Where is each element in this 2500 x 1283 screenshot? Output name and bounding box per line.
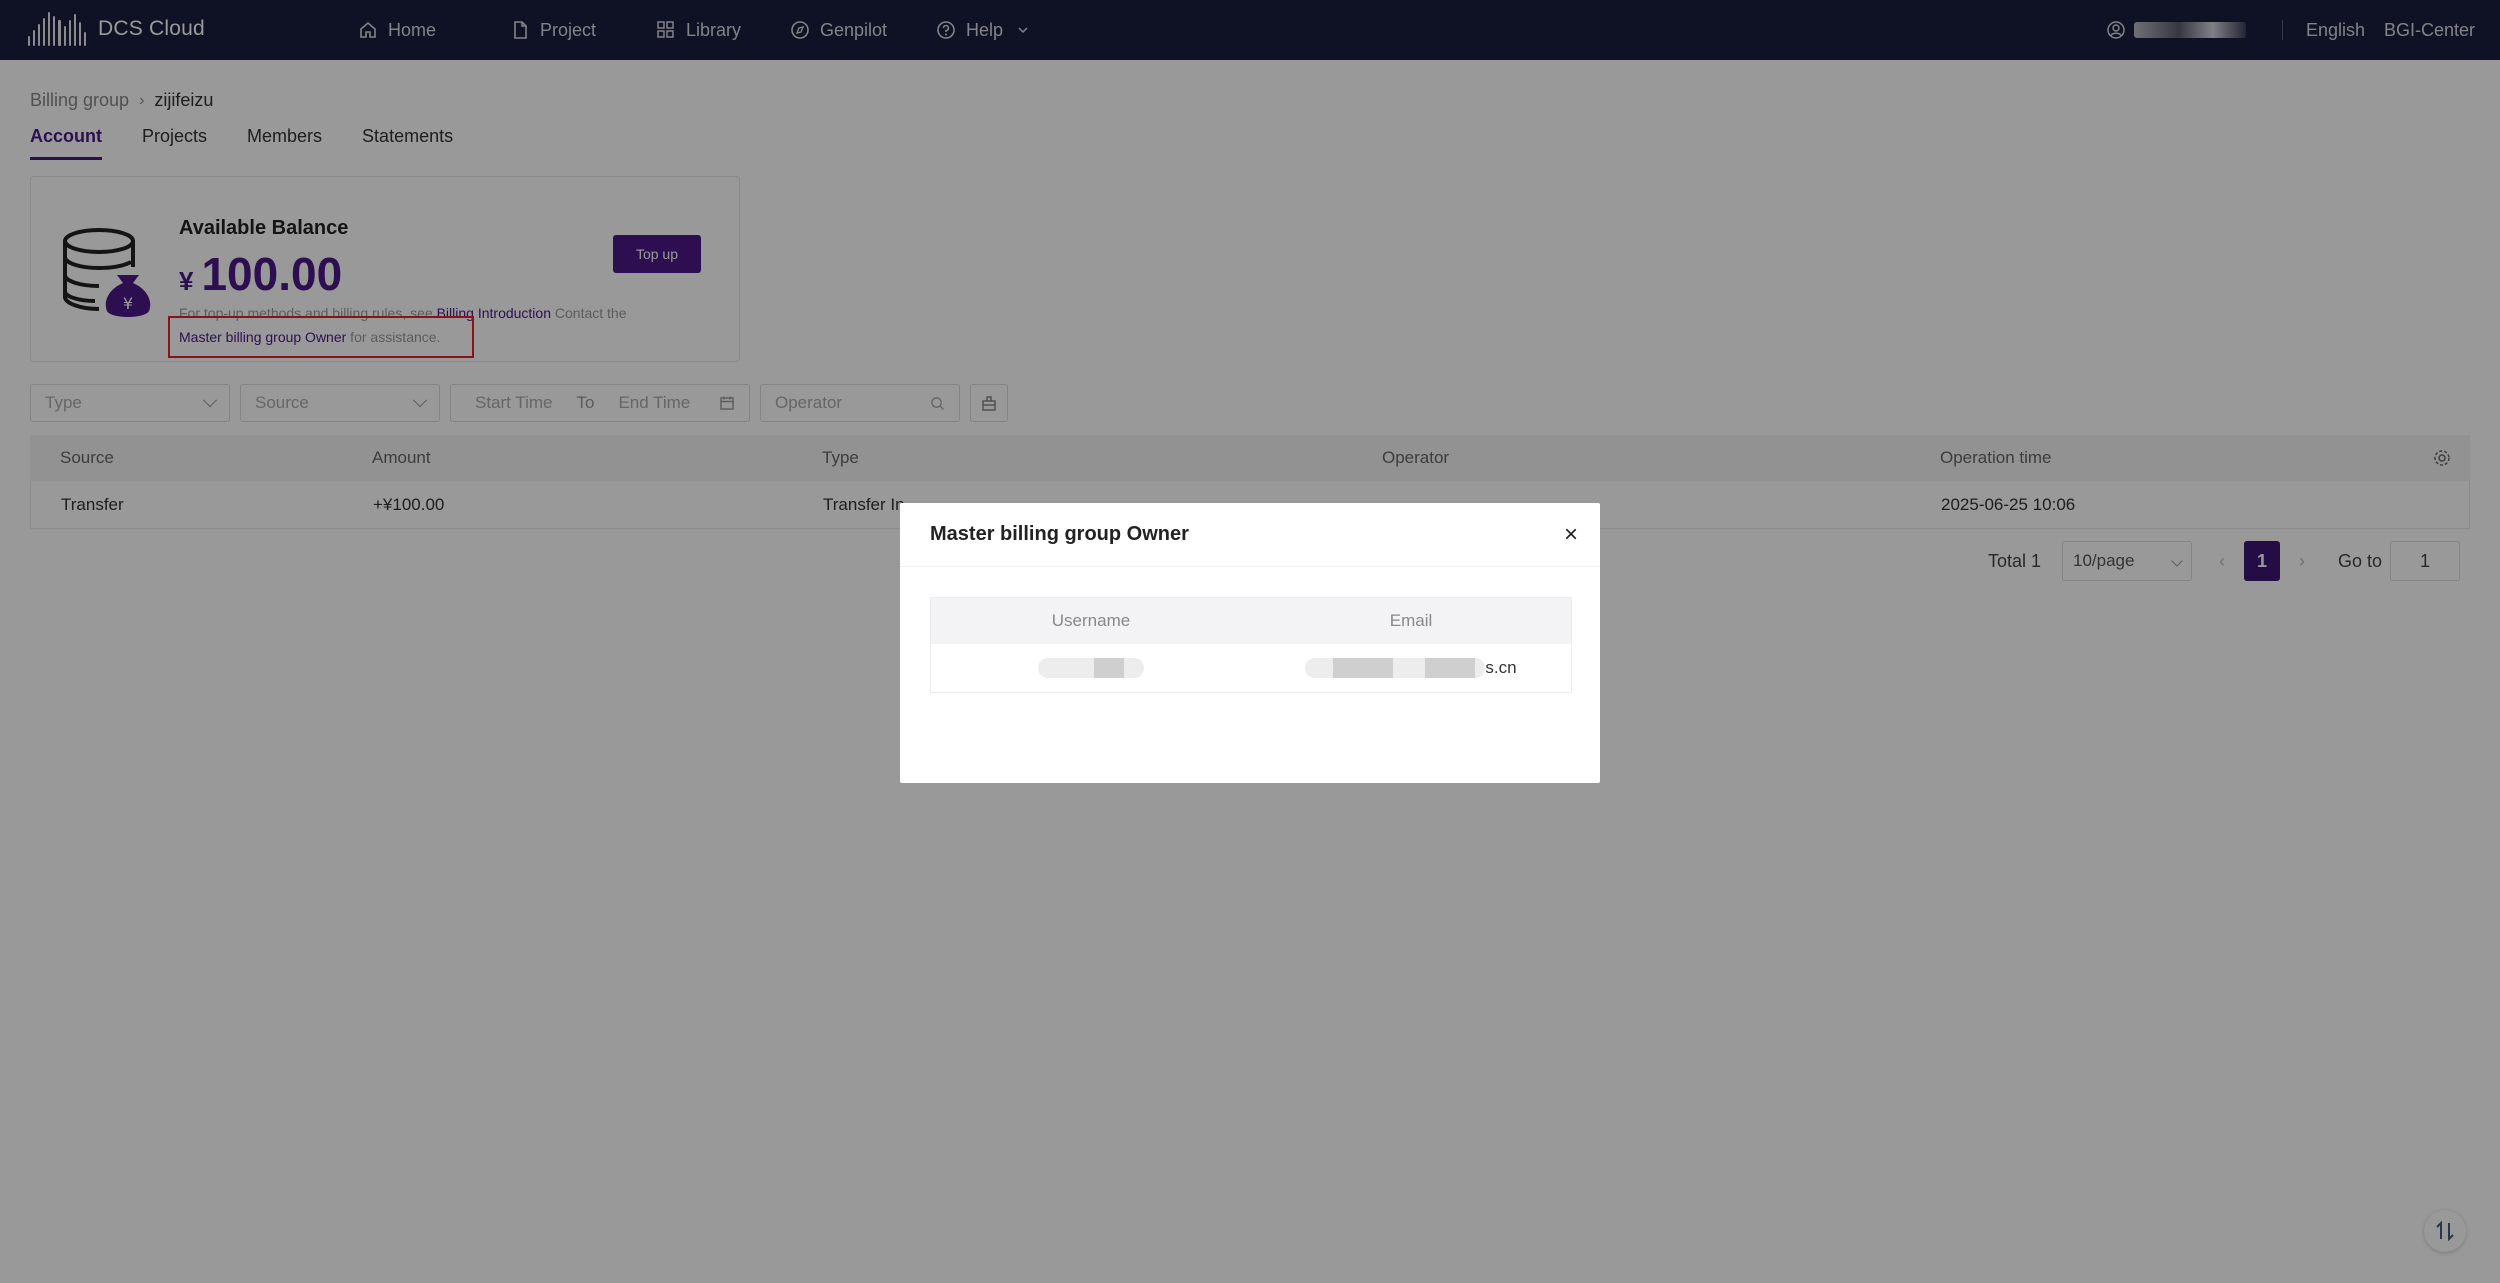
email-suffix: s.cn xyxy=(1485,658,1517,677)
username-redacted xyxy=(931,658,1251,678)
table-row: s.cn xyxy=(931,644,1571,692)
owner-table-header: Username Email xyxy=(931,598,1571,644)
owner-table: Username Email s.cn xyxy=(930,597,1572,693)
dialog-header: Master billing group Owner × xyxy=(900,503,1600,567)
master-owner-dialog: Master billing group Owner × Username Em… xyxy=(900,503,1600,783)
close-icon[interactable]: × xyxy=(1564,523,1578,547)
dialog-title: Master billing group Owner xyxy=(930,523,1189,545)
header-username: Username xyxy=(1051,611,1131,630)
email-cell: s.cn xyxy=(1251,658,1571,678)
header-email: Email xyxy=(1389,611,1433,630)
